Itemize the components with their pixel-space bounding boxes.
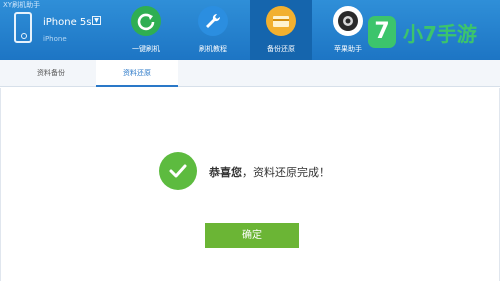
folder-icon [266, 6, 296, 36]
tab-bar: 资料备份 资料还原 [0, 60, 500, 87]
watermark-text: 小7手游 [403, 22, 477, 46]
nav-item-backup-restore[interactable]: 备份还原 [250, 0, 312, 60]
watermark-badge: 7 [368, 16, 396, 48]
success-message-strong: 恭喜您 [209, 166, 242, 179]
ok-button[interactable]: 确定 [205, 223, 299, 248]
device-name: iPhone 5s [43, 17, 92, 28]
checkmark-icon [159, 152, 197, 190]
device-subtitle: iPhone [43, 35, 67, 43]
nav-item-tutorial[interactable]: 刷机教程 [182, 0, 244, 60]
refresh-icon [131, 6, 161, 36]
nav-item-label: 一键刷机 [132, 45, 160, 53]
tab-backup[interactable]: 资料备份 [10, 60, 92, 87]
window-title: XY刷机助手 [3, 1, 41, 9]
camera-icon [333, 6, 363, 36]
phone-icon [14, 12, 32, 43]
nav-item-label: 备份还原 [267, 45, 295, 53]
wrench-icon [198, 6, 228, 36]
main-content [0, 88, 500, 281]
tab-restore[interactable]: 资料还原 [96, 60, 178, 87]
success-message-text: ，资料还原完成！ [242, 166, 330, 179]
device-dropdown-icon[interactable]: ▼ [92, 16, 101, 25]
watermark-logo: 7 小7手游 [368, 16, 496, 50]
nav-item-label: 刷机教程 [199, 45, 227, 53]
nav-item-flash[interactable]: 一键刷机 [115, 0, 177, 60]
success-message: 恭喜您，资料还原完成！ [209, 164, 330, 180]
top-toolbar: XY刷机助手 iPhone 5s ▼ iPhone 一键刷机 刷机教程 备份还原… [0, 0, 500, 60]
